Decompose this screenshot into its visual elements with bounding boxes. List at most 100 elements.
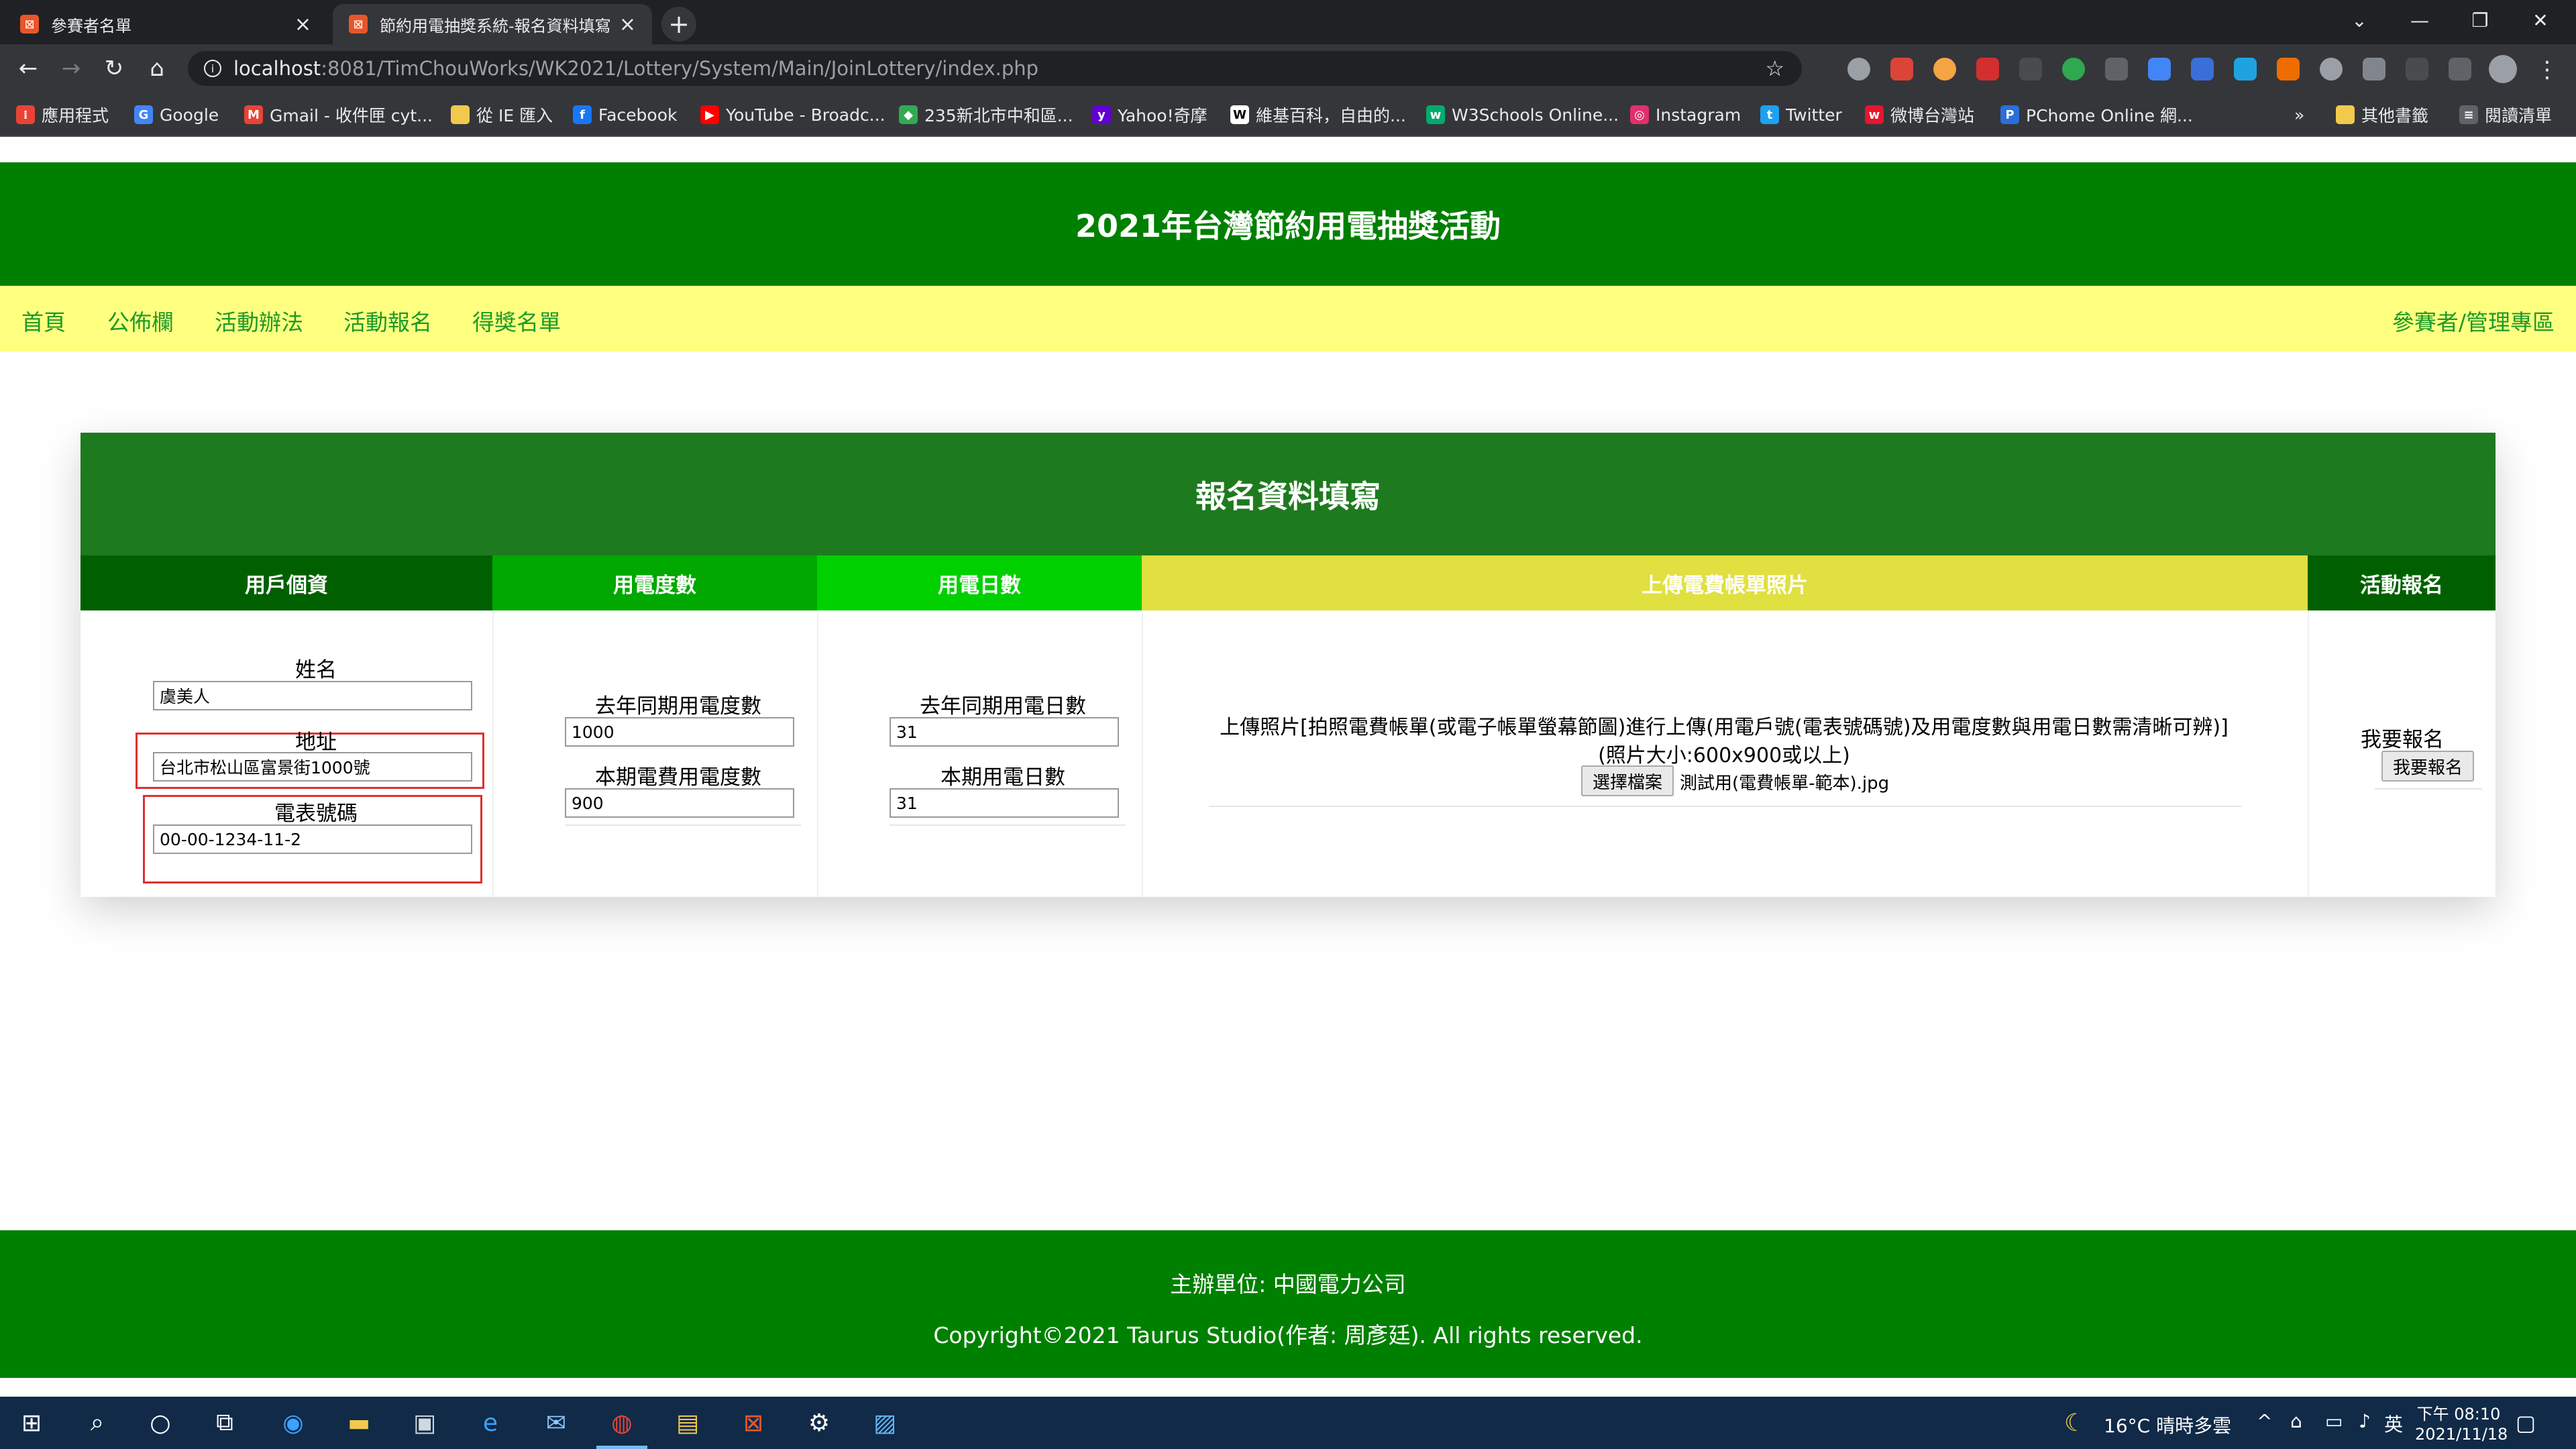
store-icon[interactable]: ▣ — [408, 1406, 441, 1440]
bookmark-w3schools[interactable]: w W3Schools Online... — [1426, 102, 1619, 127]
bookmark-google[interactable]: G Google — [134, 102, 219, 127]
weather-moon-icon[interactable]: ☾ — [2058, 1406, 2092, 1440]
edge-icon[interactable]: ◉ — [276, 1406, 310, 1440]
this-kwh-input[interactable]: 900 — [565, 788, 794, 818]
tray-chevron-icon[interactable]: ^ — [2257, 1410, 2272, 1432]
selected-file-name: 測試用(電費帳單-範本).jpg — [1680, 773, 1890, 794]
pdf-extension-icon[interactable] — [1976, 58, 1999, 80]
meter-number-input[interactable]: 00-00-1234-11-2 — [153, 824, 472, 854]
display-icon[interactable]: ▭ — [2325, 1410, 2343, 1432]
extension-icon[interactable] — [2019, 58, 2042, 80]
bookmark-label: 從 IE 匯入 — [476, 106, 553, 125]
clock-time[interactable]: 下午 08:10 — [2415, 1401, 2502, 1424]
tab-close-icon[interactable]: × — [619, 13, 636, 36]
upload-instruction: 上傳照片[拍照電費帳單(或電子帳單螢幕節圖)進行上傳(用電戶號(電表號碼號)及用… — [1220, 716, 2229, 739]
bookmark-star-icon[interactable]: ☆ — [1765, 56, 1784, 81]
kebab-menu-icon[interactable]: ⋮ — [2536, 56, 2559, 83]
tab-signup-form[interactable]: ⊠ 節約用電抽獎系統-報名資料填寫 × — [333, 4, 652, 44]
extension-icon[interactable] — [2105, 58, 2128, 80]
chrome-icon[interactable]: ◍ — [605, 1406, 639, 1440]
tab-search-icon[interactable]: ⌄ — [2329, 0, 2390, 40]
this-kwh-label: 本期電費用電度數 — [595, 765, 761, 790]
last-year-kwh-input[interactable]: 1000 — [565, 717, 794, 747]
reload-icon[interactable]: ↻ — [99, 54, 129, 83]
evernote-extension-icon[interactable] — [2062, 58, 2085, 80]
skype-extension-icon[interactable] — [2234, 58, 2257, 80]
bookmarks-overflow-icon[interactable]: » — [2294, 102, 2304, 127]
bookmark-gmail[interactable]: M Gmail - 收件匣 cyt... — [244, 102, 433, 127]
bookmark-apps[interactable]: ⁞ 應用程式 — [16, 102, 109, 127]
signup-submit-button[interactable]: 我要報名 — [2381, 751, 2474, 782]
network-icon[interactable]: ⌂ — [2290, 1410, 2302, 1432]
restore-button[interactable]: ❐ — [2450, 0, 2510, 40]
meter-label: 電表號碼 — [274, 802, 358, 826]
nav-home[interactable]: 首頁 — [21, 305, 66, 337]
notification-center-icon[interactable]: ▢ — [2509, 1406, 2542, 1440]
cortana-icon[interactable]: ○ — [144, 1406, 177, 1440]
minimize-button[interactable]: — — [2390, 0, 2450, 40]
xampp-icon[interactable]: ⊠ — [737, 1406, 770, 1440]
site-info-icon[interactable]: i — [204, 60, 221, 77]
bookmark-instagram[interactable]: ◎ Instagram — [1630, 102, 1741, 127]
puzzle-extensions-icon[interactable] — [2449, 58, 2471, 80]
settings-gear-icon[interactable]: ⚙ — [802, 1406, 836, 1440]
last-year-days-input[interactable]: 31 — [890, 717, 1119, 747]
nav-member-admin[interactable]: 參賽者/管理專區 — [2392, 305, 2555, 337]
profile-avatar[interactable] — [2489, 55, 2517, 83]
this-days-input[interactable]: 31 — [890, 788, 1119, 818]
bookmark-other[interactable]: 其他書籤 — [2336, 102, 2428, 127]
weather-text[interactable]: 16°C 晴時多雲 — [2104, 1411, 2231, 1438]
choose-file-button[interactable]: 選擇檔案 — [1581, 765, 1674, 796]
bookmark-weibo[interactable]: w 微博台灣站 — [1865, 102, 1974, 127]
translate-extension-icon[interactable] — [2148, 58, 2171, 80]
home-icon[interactable]: ⌂ — [142, 54, 172, 83]
ime-indicator[interactable]: 英 — [2384, 1410, 2403, 1437]
bookmark-pchome[interactable]: P PChome Online 網... — [2000, 102, 2193, 127]
photos-icon[interactable]: ▨ — [868, 1406, 902, 1440]
internet-explorer-icon[interactable]: e — [474, 1406, 507, 1440]
search-icon[interactable]: ⌕ — [80, 1406, 114, 1440]
address-input[interactable]: 台北市松山區富景街1000號 — [153, 752, 472, 782]
task-view-icon[interactable]: ⧉ — [208, 1406, 241, 1440]
extension-icon[interactable] — [1847, 58, 1870, 80]
new-tab-button[interactable]: + — [661, 7, 696, 42]
volume-icon[interactable]: ♪ — [2359, 1410, 2371, 1432]
extension-icon[interactable] — [2406, 58, 2428, 80]
bookmark-ie-import[interactable]: 從 IE 匯入 — [451, 102, 553, 127]
signup-label: 我要報名 — [2361, 728, 2444, 752]
bookmark-yahoo[interactable]: y Yahoo!奇摩 — [1092, 102, 1208, 127]
extension-icon[interactable] — [2277, 58, 2300, 80]
nav-signup[interactable]: 活動報名 — [343, 305, 432, 337]
forward-arrow-icon[interactable]: → — [56, 54, 86, 83]
mail-icon[interactable]: ✉ — [539, 1406, 573, 1440]
clock-date[interactable]: 2021/11/18 — [2415, 1425, 2508, 1444]
address-bar[interactable]: i localhost:8081/TimChouWorks/WK2021/Lot… — [188, 51, 1802, 86]
windows-start-icon[interactable]: ⊞ — [15, 1406, 48, 1440]
nav-rules[interactable]: 活動辦法 — [215, 305, 303, 337]
bookmark-twitter[interactable]: t Twitter — [1760, 102, 1842, 127]
close-window-button[interactable]: ✕ — [2510, 0, 2571, 40]
signup-form-card: 報名資料填寫 用戶個資 用電度數 用電日數 上傳電費帳單照片 活動報名 姓名 虞… — [80, 433, 2496, 897]
tab-close-icon[interactable]: × — [294, 13, 311, 36]
shield-extension-icon[interactable] — [2363, 58, 2385, 80]
tab-participants[interactable]: ⊠ 參賽者名單 × — [4, 4, 327, 44]
name-input[interactable]: 虞美人 — [153, 681, 472, 710]
back-arrow-icon[interactable]: ← — [13, 54, 43, 83]
reading-list[interactable]: ≡ 閱讀清單 — [2459, 102, 2552, 127]
gmail-extension-icon[interactable] — [1890, 58, 1913, 80]
file-explorer-icon[interactable]: ▬ — [342, 1406, 376, 1440]
bookmark-facebook[interactable]: f Facebook — [573, 102, 677, 127]
nav-winners[interactable]: 得獎名單 — [472, 305, 561, 337]
column-divider — [2308, 610, 2309, 897]
bookmark-wikipedia[interactable]: W 維基百科，自由的... — [1230, 102, 1406, 127]
rss-extension-icon[interactable] — [1933, 58, 1956, 80]
bookmark-maps[interactable]: ◆ 235新北市中和區... — [899, 102, 1073, 127]
extension-icon[interactable] — [2320, 58, 2343, 80]
nav-bulletin[interactable]: 公佈欄 — [107, 305, 174, 337]
xampp-favicon-icon: ⊠ — [20, 15, 39, 34]
extension-icon[interactable] — [2191, 58, 2214, 80]
footer-copyright: Copyright©2021 Taurus Studio(作者: 周彥廷). A… — [933, 1322, 1643, 1348]
sticky-notes-icon[interactable]: ▤ — [671, 1406, 704, 1440]
bookmark-youtube[interactable]: ▶ YouTube - Broadc... — [700, 102, 885, 127]
folder-icon — [2336, 105, 2355, 124]
